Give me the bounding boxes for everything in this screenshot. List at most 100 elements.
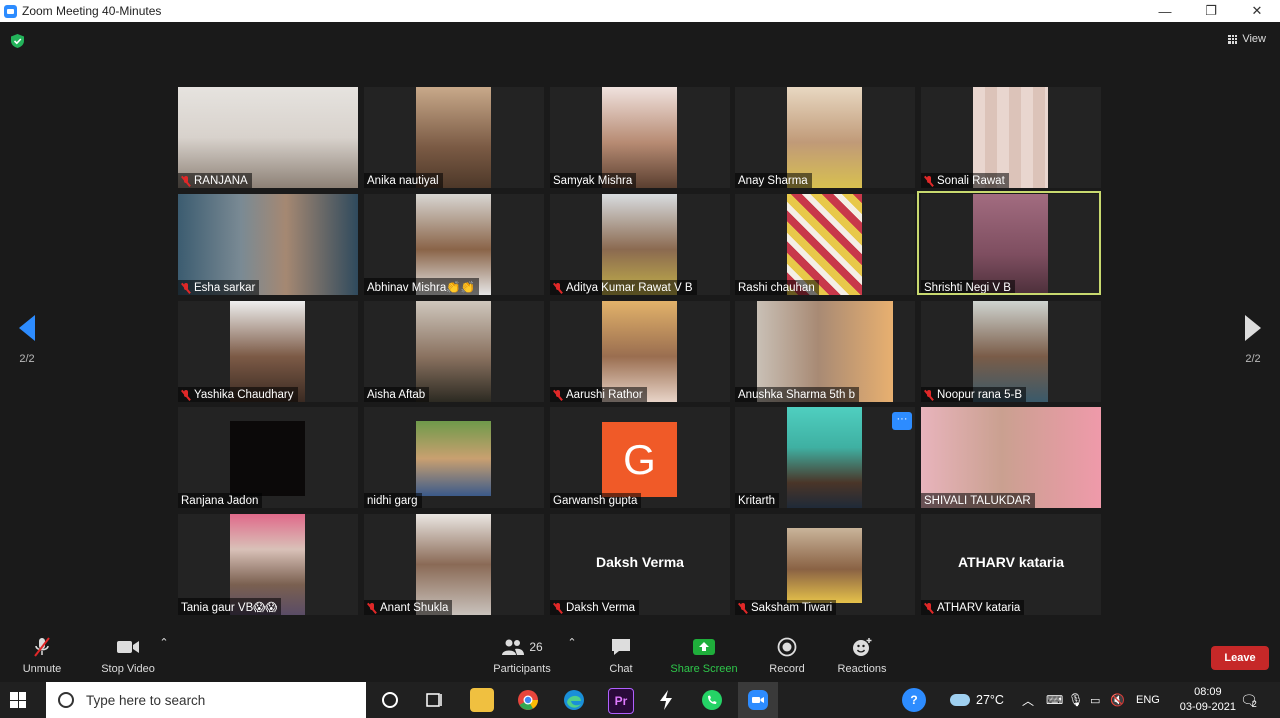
participants-count: 26 bbox=[529, 640, 543, 654]
close-button[interactable]: ✕ bbox=[1234, 0, 1280, 22]
chrome-icon[interactable] bbox=[516, 688, 540, 712]
taskbar-search-box[interactable]: Type here to search bbox=[46, 682, 366, 718]
active-speaker-border bbox=[917, 191, 1101, 295]
participant-video bbox=[230, 421, 305, 496]
participants-label: Participants bbox=[493, 663, 551, 675]
next-page-button[interactable]: 2/2 bbox=[1238, 315, 1268, 365]
participants-options-caret[interactable]: ⌃ bbox=[562, 636, 582, 649]
share-screen-button[interactable]: Share Screen bbox=[664, 636, 744, 675]
battery-icon[interactable]: ▭ bbox=[1090, 682, 1100, 718]
windows-taskbar: Type here to search Pr ? 27°C ︿ ⌨ 🎙 ▭ 🔇 … bbox=[0, 682, 1280, 718]
participant-tile[interactable]: G Garwansh gupta bbox=[550, 407, 730, 508]
shield-icon[interactable] bbox=[11, 34, 24, 48]
mic-muted-icon bbox=[181, 282, 191, 294]
record-icon bbox=[747, 636, 827, 658]
microphone-icon[interactable]: 🎙 bbox=[1068, 682, 1084, 718]
participant-tile[interactable]: Kritarth bbox=[735, 407, 915, 508]
tile-more-button[interactable]: ··· bbox=[892, 412, 912, 430]
restore-button[interactable]: ❐ bbox=[1188, 0, 1234, 22]
participant-tile[interactable]: Aarushi Rathor bbox=[550, 301, 730, 402]
premiere-pro-icon[interactable]: Pr bbox=[608, 688, 634, 714]
page-indicator-left: 2/2 bbox=[19, 353, 35, 365]
participant-avatar: G bbox=[602, 422, 677, 497]
participant-tile[interactable]: Anant Shukla bbox=[364, 514, 544, 615]
meeting-toolbar: Unmute ⌃ Stop Video ⌃ 26 Participants ⌃ … bbox=[0, 632, 1280, 682]
weather-cloud-icon[interactable] bbox=[950, 694, 970, 706]
participant-tile[interactable]: Saksham Tiwari bbox=[735, 514, 915, 615]
participant-tile[interactable]: Ranjana Jadon bbox=[178, 407, 358, 508]
participant-name: Aarushi Rathor bbox=[566, 389, 643, 401]
participant-tile[interactable]: Aisha Aftab bbox=[364, 301, 544, 402]
file-explorer-icon[interactable] bbox=[470, 688, 494, 712]
zoom-app-icon bbox=[4, 4, 17, 18]
participant-name: ATHARV kataria bbox=[937, 602, 1021, 614]
windows-start-icon[interactable] bbox=[10, 692, 26, 708]
leave-button[interactable]: Leave bbox=[1211, 646, 1269, 670]
participant-tile[interactable]: Yashika Chaudhary bbox=[178, 301, 358, 402]
participant-tile[interactable]: Abhinav Mishra👏👏 bbox=[364, 194, 544, 295]
participant-tile[interactable]: Aditya Kumar Rawat V B bbox=[550, 194, 730, 295]
participant-video bbox=[416, 421, 491, 496]
chevron-up-icon[interactable]: ︿ bbox=[1022, 682, 1034, 718]
edge-icon[interactable] bbox=[562, 688, 586, 712]
participant-name: Tania gaur VB😱😱 bbox=[181, 602, 278, 614]
participant-tile[interactable]: Sonali Rawat bbox=[921, 87, 1101, 188]
chat-icon bbox=[581, 636, 661, 658]
participant-name: Anika nautiyal bbox=[367, 175, 439, 187]
participant-tile[interactable]: ATHARV kataria ATHARV kataria bbox=[921, 514, 1101, 615]
mic-muted-icon bbox=[367, 602, 377, 614]
clock-time: 08:09 bbox=[1194, 686, 1222, 698]
minimize-button[interactable]: — bbox=[1142, 0, 1188, 22]
record-button[interactable]: Record bbox=[747, 636, 827, 675]
video-options-caret[interactable]: ⌃ bbox=[154, 636, 174, 649]
participant-name: Esha sarkar bbox=[194, 282, 256, 294]
participant-tile[interactable]: nidhi garg bbox=[364, 407, 544, 508]
participant-tile[interactable]: Tania gaur VB😱😱 bbox=[178, 514, 358, 615]
participant-name: SHIVALI TALUKDAR bbox=[924, 495, 1031, 507]
reactions-button[interactable]: Reactions bbox=[822, 636, 902, 675]
reactions-label: Reactions bbox=[837, 663, 887, 675]
participant-tile[interactable]: Esha sarkar bbox=[178, 194, 358, 295]
meet-now-icon[interactable]: ⌨ bbox=[1046, 682, 1063, 718]
chat-button[interactable]: Chat bbox=[581, 636, 661, 675]
participant-tile[interactable]: RANJANA bbox=[178, 87, 358, 188]
task-view-icon[interactable] bbox=[422, 688, 446, 712]
participant-tile[interactable]: Daksh Verma Daksh Verma bbox=[550, 514, 730, 615]
participants-button[interactable]: 26 Participants bbox=[482, 636, 562, 675]
participant-name: Kritarth bbox=[738, 495, 776, 507]
previous-page-button[interactable]: 2/2 bbox=[12, 315, 42, 365]
taskbar-clock[interactable]: 08:09 03-09-2021 bbox=[1180, 685, 1236, 715]
audio-options-caret[interactable]: ⌃ bbox=[32, 636, 52, 649]
cortana-icon[interactable] bbox=[378, 688, 402, 712]
weather-temperature[interactable]: 27°C bbox=[976, 693, 1004, 707]
unmute-label: Unmute bbox=[22, 663, 62, 675]
mic-muted-icon bbox=[553, 389, 563, 401]
clock-date: 03-09-2021 bbox=[1179, 701, 1236, 713]
zoom-taskbar-icon[interactable] bbox=[738, 682, 778, 718]
mic-muted-icon bbox=[181, 389, 191, 401]
participant-name: Noopur rana 5-B bbox=[937, 389, 1023, 401]
participant-tile[interactable]: SHIVALI TALUKDAR bbox=[921, 407, 1101, 508]
mic-muted-icon bbox=[553, 602, 563, 614]
help-icon[interactable]: ? bbox=[902, 688, 926, 712]
grid-icon bbox=[1228, 34, 1238, 44]
participant-tile[interactable]: Anay Sharma bbox=[735, 87, 915, 188]
participant-tile[interactable]: Noopur rana 5-B bbox=[921, 301, 1101, 402]
notification-count: 2 bbox=[1251, 699, 1257, 709]
volume-mute-icon[interactable]: 🔇 bbox=[1110, 682, 1125, 718]
participant-name: Yashika Chaudhary bbox=[194, 389, 294, 401]
participant-tile[interactable]: Samyak Mishra bbox=[550, 87, 730, 188]
app-bolt-icon[interactable] bbox=[654, 688, 678, 712]
participant-tile[interactable]: Rashi chauhan bbox=[735, 194, 915, 295]
record-label: Record bbox=[769, 663, 805, 675]
participant-name: Aisha Aftab bbox=[367, 389, 426, 401]
participant-tile[interactable]: Anika nautiyal bbox=[364, 87, 544, 188]
participant-name: RANJANA bbox=[194, 175, 248, 187]
language-indicator[interactable]: ENG bbox=[1136, 682, 1160, 718]
participant-tile[interactable]: Anushka Sharma 5th b bbox=[735, 301, 915, 402]
whatsapp-icon[interactable] bbox=[700, 688, 724, 712]
notifications-icon[interactable]: 🗨 2 bbox=[1240, 682, 1258, 718]
participant-video bbox=[787, 528, 862, 603]
participant-name: Ranjana Jadon bbox=[181, 495, 259, 507]
view-button[interactable]: View bbox=[1228, 33, 1266, 45]
